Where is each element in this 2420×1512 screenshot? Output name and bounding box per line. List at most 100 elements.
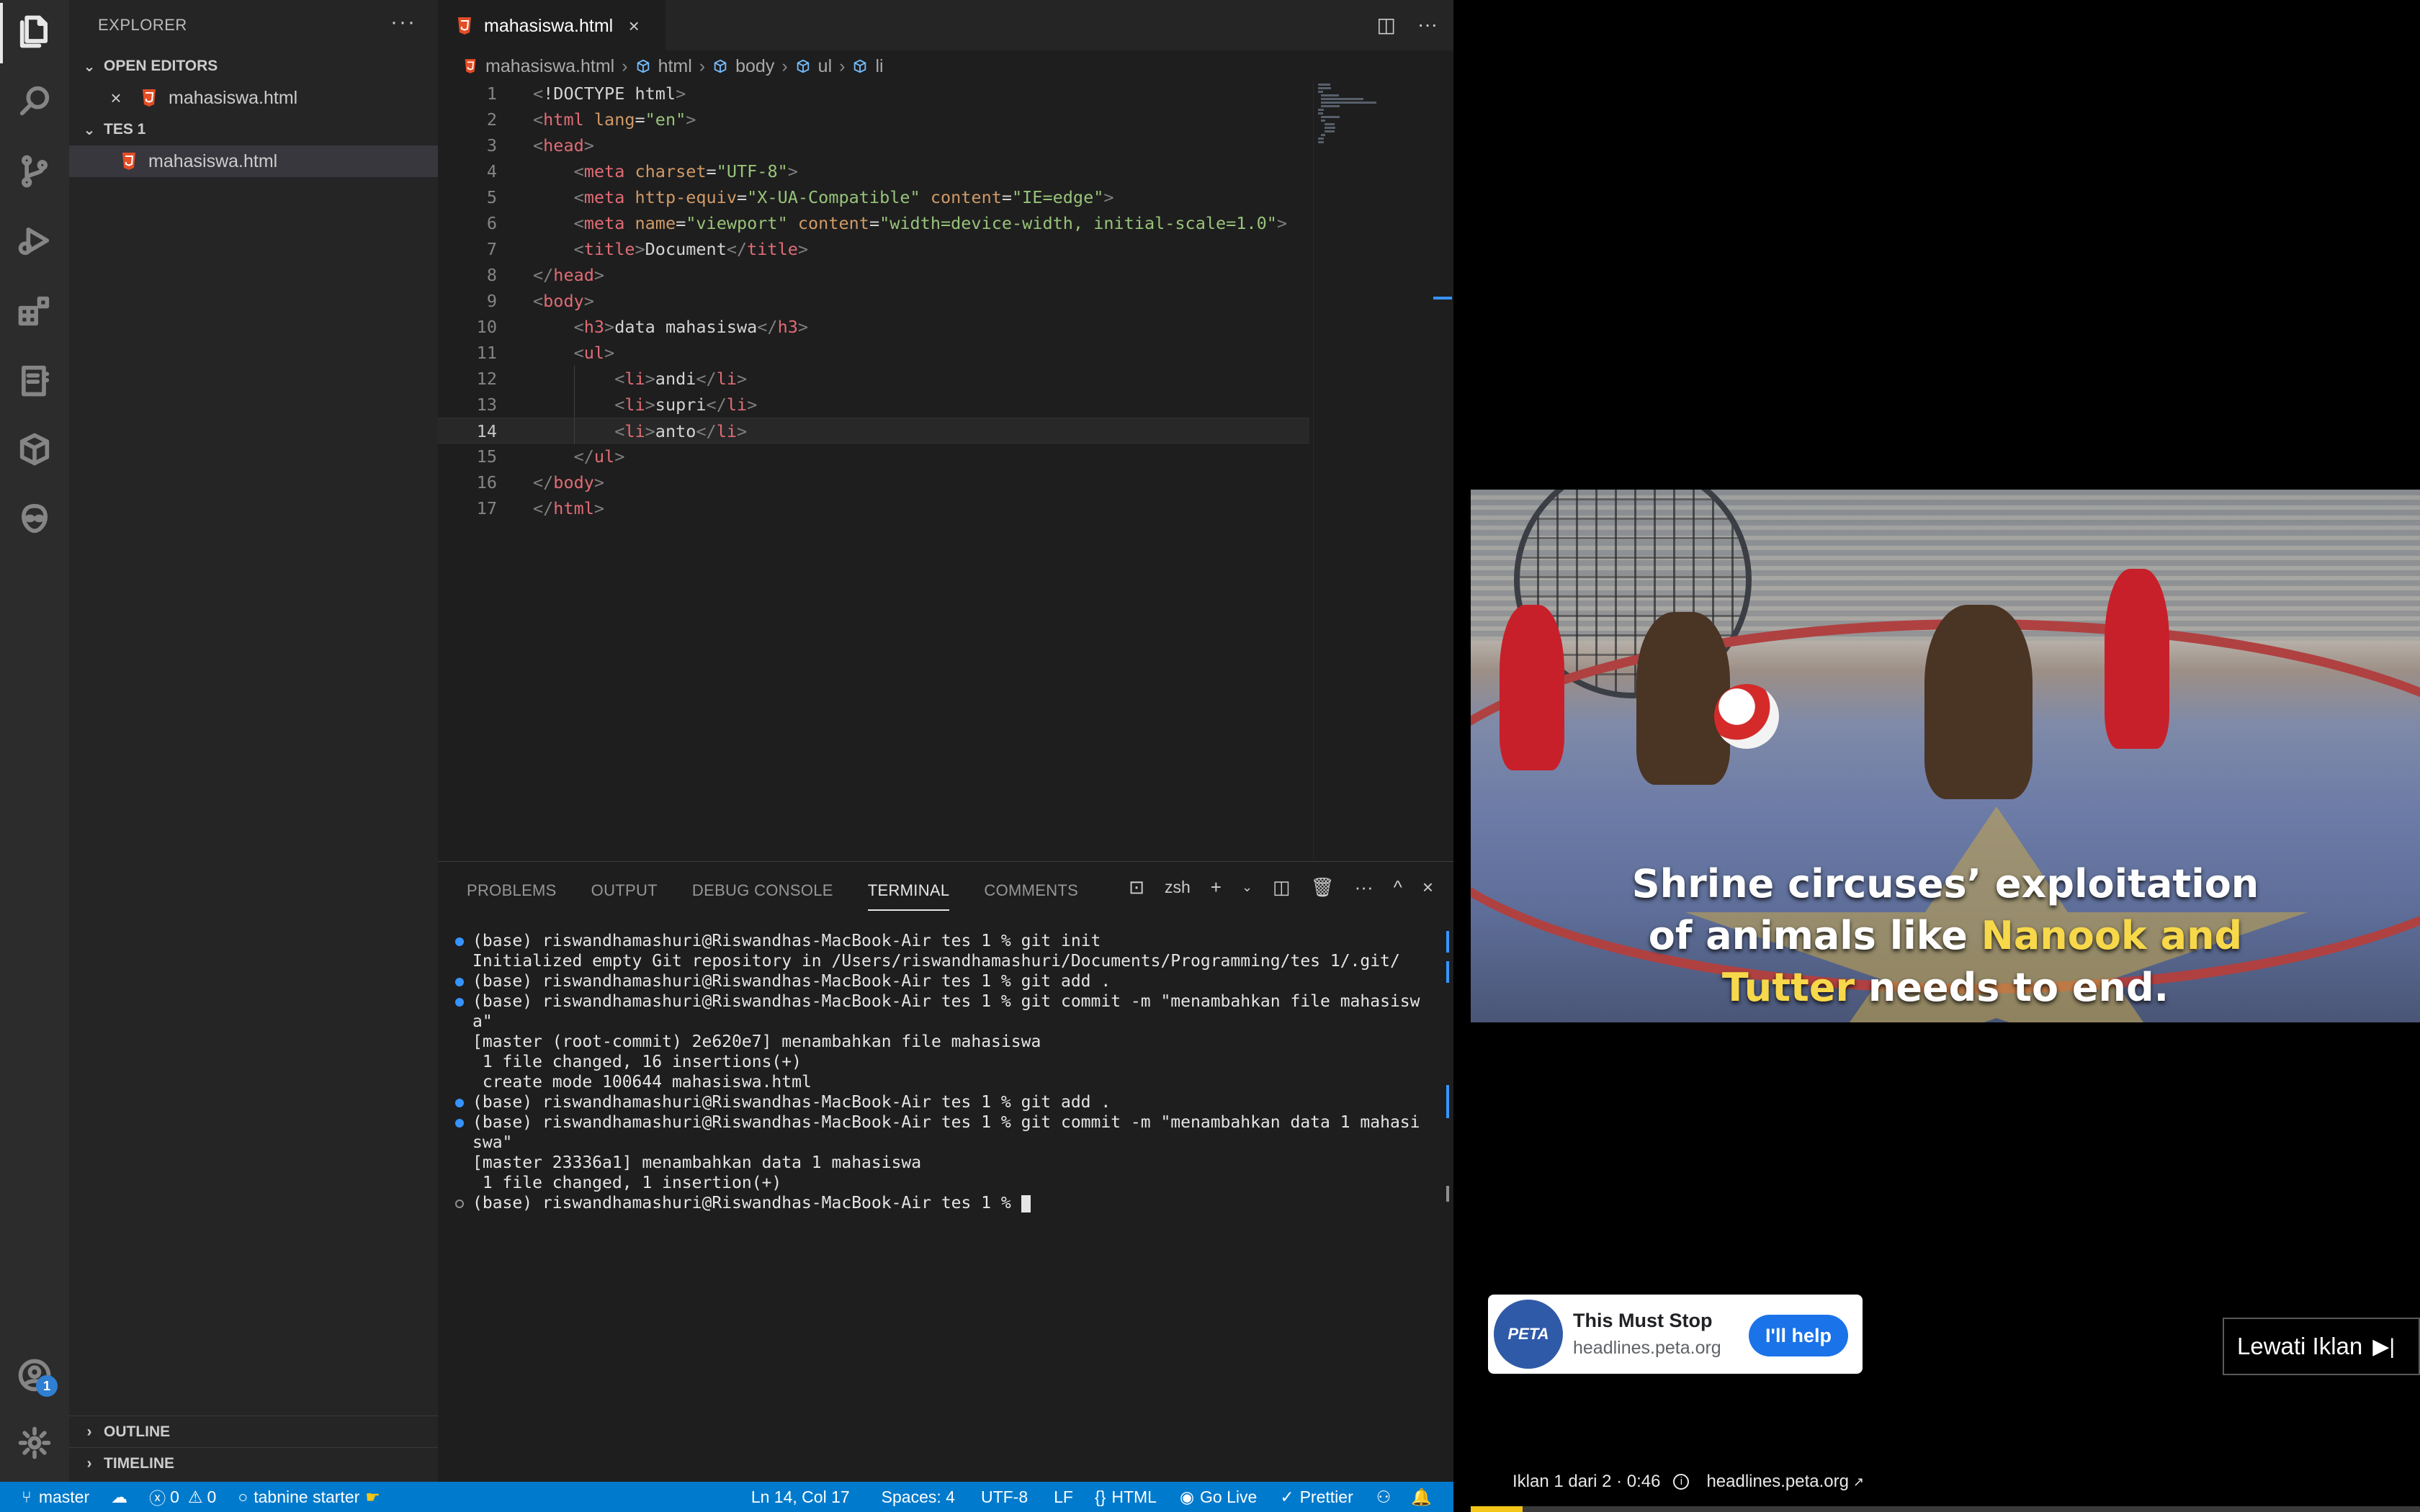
breadcrumb-file[interactable]: mahasiswa.html — [485, 56, 614, 77]
feedback-icon[interactable]: ⚇ — [1376, 1488, 1392, 1507]
terminal-cursor — [1021, 1194, 1031, 1212]
terminal-shell-name[interactable]: zsh — [1165, 878, 1191, 897]
source-control-icon[interactable] — [13, 150, 56, 193]
code-line[interactable]: 5 <meta http-equiv="X-UA-Compatible" con… — [438, 184, 1309, 210]
tab-comments[interactable]: COMMENTS — [984, 878, 1078, 911]
close-tab-icon[interactable]: × — [623, 15, 645, 37]
tabnine-status[interactable]: ○ tabnine starter ☛ — [238, 1488, 380, 1507]
breadcrumb-ul[interactable]: ul — [818, 56, 832, 77]
element-icon — [852, 58, 868, 74]
search-icon[interactable] — [13, 79, 56, 122]
notebook-icon[interactable] — [13, 359, 56, 402]
ad-card[interactable]: PETA This Must Stop headlines.peta.org I… — [1488, 1295, 1863, 1374]
code-line[interactable]: 16 </body> — [438, 469, 1309, 495]
code-line[interactable]: 4 <meta charset="UTF-8"> — [438, 158, 1309, 184]
code-line[interactable]: 10 <h3>data mahasiswa</h3> — [438, 314, 1309, 340]
breadcrumb-body[interactable]: body — [735, 56, 774, 77]
breadcrumb-html[interactable]: html — [658, 56, 692, 77]
more-actions-icon[interactable]: ··· — [1355, 876, 1373, 899]
run-debug-icon[interactable] — [13, 219, 56, 262]
code-text: <li>anto</li> — [614, 421, 748, 441]
code-line[interactable]: 17 </html> — [438, 495, 1309, 521]
chevron-down-icon[interactable]: ⌄ — [1242, 880, 1252, 895]
tab-bar: mahasiswa.html × ◫ ··· — [438, 0, 1453, 50]
tab-debug-console[interactable]: DEBUG CONSOLE — [692, 878, 833, 911]
bell-icon[interactable]: 🔔 — [1411, 1488, 1432, 1507]
info-icon[interactable]: i — [1673, 1474, 1690, 1490]
terminal-text: (base) riswandhamashuri@Riswandhas-MacBo… — [472, 1113, 1420, 1132]
external-link-icon[interactable]: ↗ — [1853, 1475, 1864, 1490]
extensions-icon[interactable] — [13, 289, 56, 333]
command-decoration-icon[interactable] — [455, 998, 464, 1007]
video-player[interactable]: Shrine circuses’ exploitation of animals… — [1453, 0, 2420, 1512]
line-number: 1 — [486, 84, 497, 104]
code-line[interactable]: 11 <ul> — [438, 340, 1309, 366]
command-decoration-icon[interactable] — [455, 978, 464, 986]
maximize-panel-icon[interactable]: ^ — [1394, 876, 1402, 899]
code-line[interactable]: 1 <!DOCTYPE html> — [438, 81, 1309, 107]
explorer-icon[interactable] — [13, 10, 56, 53]
manage-gear-icon[interactable] — [13, 1421, 56, 1464]
outline-section[interactable]: › OUTLINE — [69, 1416, 438, 1447]
minimap[interactable] — [1313, 81, 1450, 858]
ad-card-text: This Must Stop headlines.peta.org — [1573, 1310, 1721, 1359]
folder-file-item[interactable]: mahasiswa.html — [69, 145, 438, 177]
indentation[interactable]: Spaces: 4 — [882, 1488, 955, 1507]
tab-output[interactable]: OUTPUT — [591, 878, 658, 911]
caption-highlight-1: Nanook and — [1981, 913, 2243, 958]
breadcrumb-separator: › — [839, 55, 846, 76]
code-line[interactable]: 7 <title>Document</title> — [438, 236, 1309, 262]
peta-logo: PETA — [1494, 1300, 1563, 1369]
go-live-button[interactable]: ◉ Go Live — [1180, 1488, 1257, 1507]
open-editor-item[interactable]: × mahasiswa.html — [69, 82, 438, 114]
prettier-status[interactable]: ✓ Prettier — [1280, 1488, 1353, 1507]
code-line[interactable]: 6 <meta name="viewport" content="width=d… — [438, 210, 1309, 236]
ad-video-frame[interactable]: Shrine circuses’ exploitation of animals… — [1471, 490, 2420, 1022]
remote-explorer-icon[interactable] — [13, 428, 56, 471]
cursor-position[interactable]: Ln 14, Col 17 — [751, 1488, 850, 1507]
breadcrumb: mahasiswa.html › html › body › ul › li — [464, 55, 884, 78]
code-line[interactable]: 12 <li>andi</li> — [438, 366, 1309, 392]
split-editor-icon[interactable]: ◫ — [1377, 13, 1396, 37]
command-decoration-icon[interactable] — [455, 937, 464, 946]
branch-indicator[interactable]: ⑂ master — [22, 1488, 89, 1507]
code-line[interactable]: 13 <li>supri</li> — [438, 392, 1309, 418]
code-line[interactable]: 14 <li>anto</li> — [438, 418, 1309, 444]
code-line[interactable]: 9 <body> — [438, 288, 1309, 314]
terminal-output[interactable]: (base) riswandhamashuri@Riswandhas-MacBo… — [447, 931, 1440, 1213]
encoding[interactable]: UTF-8 — [981, 1488, 1028, 1507]
editor-tab[interactable]: mahasiswa.html × — [438, 0, 666, 50]
split-terminal-icon[interactable]: ◫ — [1273, 876, 1291, 899]
alien-icon[interactable] — [13, 497, 56, 540]
command-decoration-icon[interactable] — [455, 1200, 464, 1208]
breadcrumb-li[interactable]: li — [875, 56, 883, 77]
more-actions-icon[interactable]: ··· — [1417, 13, 1438, 37]
ad-info-link[interactable]: headlines.peta.org — [1706, 1472, 1848, 1492]
problems-indicator[interactable]: ⓧ 0 ⚠ 0 — [149, 1485, 216, 1509]
line-ending[interactable]: LF — [1054, 1488, 1073, 1507]
command-decoration-icon[interactable] — [455, 1119, 464, 1128]
open-editors-section[interactable]: ⌄ OPEN EDITORS — [69, 50, 438, 82]
ad-progress-track[interactable] — [1471, 1506, 2420, 1512]
tab-problems[interactable]: PROBLEMS — [467, 878, 557, 911]
code-line[interactable]: 2 <html lang="en"> — [438, 107, 1309, 132]
new-terminal-icon[interactable]: + — [1211, 876, 1222, 899]
language-mode[interactable]: {} HTML — [1095, 1488, 1157, 1507]
tab-terminal[interactable]: TERMINAL — [867, 878, 950, 911]
close-icon[interactable]: × — [105, 87, 127, 109]
cta-button[interactable]: I'll help — [1749, 1315, 1848, 1356]
skip-ad-button[interactable]: Lewati Iklan ▶| — [2223, 1318, 2420, 1375]
terminal-line: (base) riswandhamashuri@Riswandhas-MacBo… — [447, 1092, 1440, 1112]
close-panel-icon[interactable]: × — [1422, 876, 1433, 899]
timeline-section[interactable]: › TIMELINE — [69, 1447, 438, 1479]
folder-section[interactable]: ⌄ TES 1 — [69, 114, 438, 145]
code-line[interactable]: 8 </head> — [438, 262, 1309, 288]
command-decoration-icon[interactable] — [455, 1099, 464, 1107]
code-editor[interactable]: 1 <!DOCTYPE html> 2 <html lang="en"> 3 <head>… — [438, 81, 1309, 521]
code-line[interactable]: 3 <head> — [438, 132, 1309, 158]
sync-icon[interactable]: ☁ — [111, 1488, 127, 1507]
editor-group: mahasiswa.html × ◫ ··· mahasiswa.html › … — [438, 0, 1453, 861]
code-line[interactable]: 15 </ul> — [438, 444, 1309, 469]
trash-icon[interactable]: 🗑 — [1311, 876, 1335, 899]
more-actions-icon[interactable]: ··· — [390, 10, 416, 35]
